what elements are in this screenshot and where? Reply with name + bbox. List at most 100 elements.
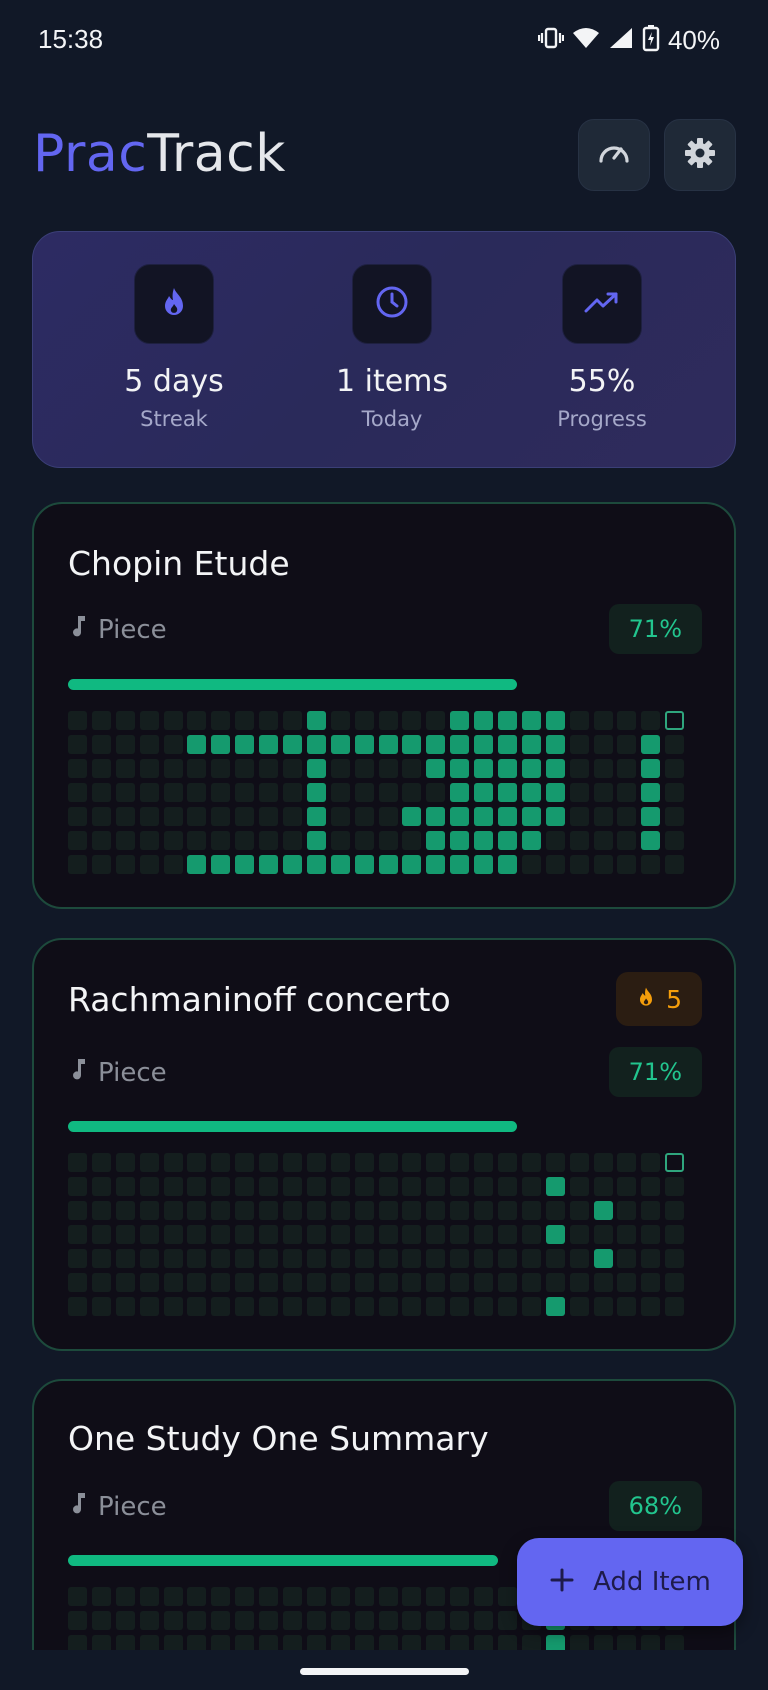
heatmap-cell [68, 1273, 87, 1292]
heatmap-cell [330, 831, 350, 850]
heatmap-cell [474, 1297, 494, 1316]
stat-today: 1 items Today [292, 264, 492, 431]
heatmap-cell [474, 783, 494, 802]
item-title: Chopin Etude [68, 544, 290, 583]
settings-button[interactable] [664, 119, 736, 191]
heatmap-cell [330, 807, 350, 826]
stat-streak: 5 days Streak [74, 264, 274, 431]
heatmap-cell [402, 711, 422, 730]
speedometer-icon [596, 135, 632, 175]
heatmap-cell [235, 1273, 255, 1292]
battery-icon [642, 24, 660, 56]
heatmap-cell [426, 1225, 446, 1244]
heatmap-cell [68, 831, 87, 850]
heatmap-cell [521, 759, 541, 778]
heatmap-cell [378, 1225, 398, 1244]
heatmap-cell [283, 783, 303, 802]
item-card[interactable]: Chopin Etude Piece 71% [32, 502, 736, 909]
heatmap-cell [665, 831, 685, 850]
heatmap-cell [593, 1273, 613, 1292]
heatmap-cell [139, 1587, 159, 1606]
heatmap-cell [259, 1297, 279, 1316]
heatmap-cell [139, 1201, 159, 1220]
dashboard-button[interactable] [578, 119, 650, 191]
heatmap-cell [211, 1273, 231, 1292]
heatmap-cell [641, 1249, 661, 1268]
heatmap-cell [91, 1225, 111, 1244]
heatmap-cell [402, 1225, 422, 1244]
heatmap-cell [378, 759, 398, 778]
heatmap-cell [163, 855, 183, 874]
heatmap-cell [91, 831, 111, 850]
heatmap-cell [139, 1225, 159, 1244]
heatmap-cell [330, 1153, 350, 1172]
heatmap-cell [187, 1297, 207, 1316]
heatmap-cell [330, 855, 350, 874]
heatmap-cell [354, 831, 374, 850]
item-card[interactable]: One Study One Summary Piece 68% [32, 1379, 736, 1690]
heatmap-cell [163, 807, 183, 826]
heatmap-cell [426, 783, 446, 802]
heatmap-cell [163, 1611, 183, 1630]
heatmap-cell [163, 759, 183, 778]
heatmap-cell [498, 759, 518, 778]
heatmap-cell [474, 1611, 494, 1630]
status-time: 15:38 [38, 24, 104, 54]
heatmap-cell [426, 855, 446, 874]
heatmap-cell [68, 1249, 87, 1268]
heatmap-cell [235, 1297, 255, 1316]
heatmap-cell [259, 1273, 279, 1292]
heatmap-cell [354, 711, 374, 730]
heatmap-cell [354, 783, 374, 802]
heatmap-cell [474, 1153, 494, 1172]
heatmap-cell [91, 1273, 111, 1292]
heatmap-cell [306, 1273, 326, 1292]
heatmap-cell [450, 1249, 470, 1268]
progress-bar [68, 1555, 498, 1566]
heatmap-cell [665, 807, 685, 826]
app-title-track: Track [147, 124, 286, 184]
heatmap-cell [163, 711, 183, 730]
heatmap-cell [139, 1177, 159, 1196]
heatmap-cell [569, 831, 589, 850]
heatmap-cell [163, 735, 183, 754]
heatmap-cell [426, 831, 446, 850]
heatmap-cell [187, 831, 207, 850]
add-item-button[interactable]: Add Item [517, 1538, 743, 1626]
heatmap-cell [354, 1201, 374, 1220]
heatmap-cell [163, 1225, 183, 1244]
heatmap-cell [402, 759, 422, 778]
item-card[interactable]: Rachmaninoff concerto 5 Piece 71% [32, 938, 736, 1351]
heatmap-cell [521, 1225, 541, 1244]
heatmap-cell [330, 783, 350, 802]
heatmap-cell [283, 1249, 303, 1268]
heatmap-cell [187, 1611, 207, 1630]
heatmap-cell [450, 1153, 470, 1172]
heatmap-cell [283, 759, 303, 778]
heatmap-cell [521, 855, 541, 874]
heatmap-cell [545, 1273, 565, 1292]
heatmap-cell [617, 855, 637, 874]
heatmap-cell [163, 1201, 183, 1220]
heatmap-cell [211, 1297, 231, 1316]
heatmap-cell [283, 735, 303, 754]
progress-bar [68, 1121, 517, 1132]
item-type-label: Piece [98, 1491, 167, 1522]
heatmap-cell [521, 1177, 541, 1196]
heatmap-cell [211, 855, 231, 874]
heatmap-cell [68, 807, 87, 826]
heatmap-cell [402, 807, 422, 826]
heatmap-cell [617, 807, 637, 826]
heatmap-cell [68, 1177, 87, 1196]
heatmap-cell [91, 783, 111, 802]
status-icons: 40% [537, 24, 720, 56]
heatmap-cell [330, 735, 350, 754]
heatmap-cell [354, 1611, 374, 1630]
heatmap-cell [617, 1153, 637, 1172]
heatmap-cell [498, 831, 518, 850]
heatmap-cell [187, 759, 207, 778]
home-indicator[interactable] [300, 1668, 469, 1675]
heatmap-cell [306, 711, 326, 730]
heatmap-cell [545, 1225, 565, 1244]
heatmap-cell [545, 1249, 565, 1268]
